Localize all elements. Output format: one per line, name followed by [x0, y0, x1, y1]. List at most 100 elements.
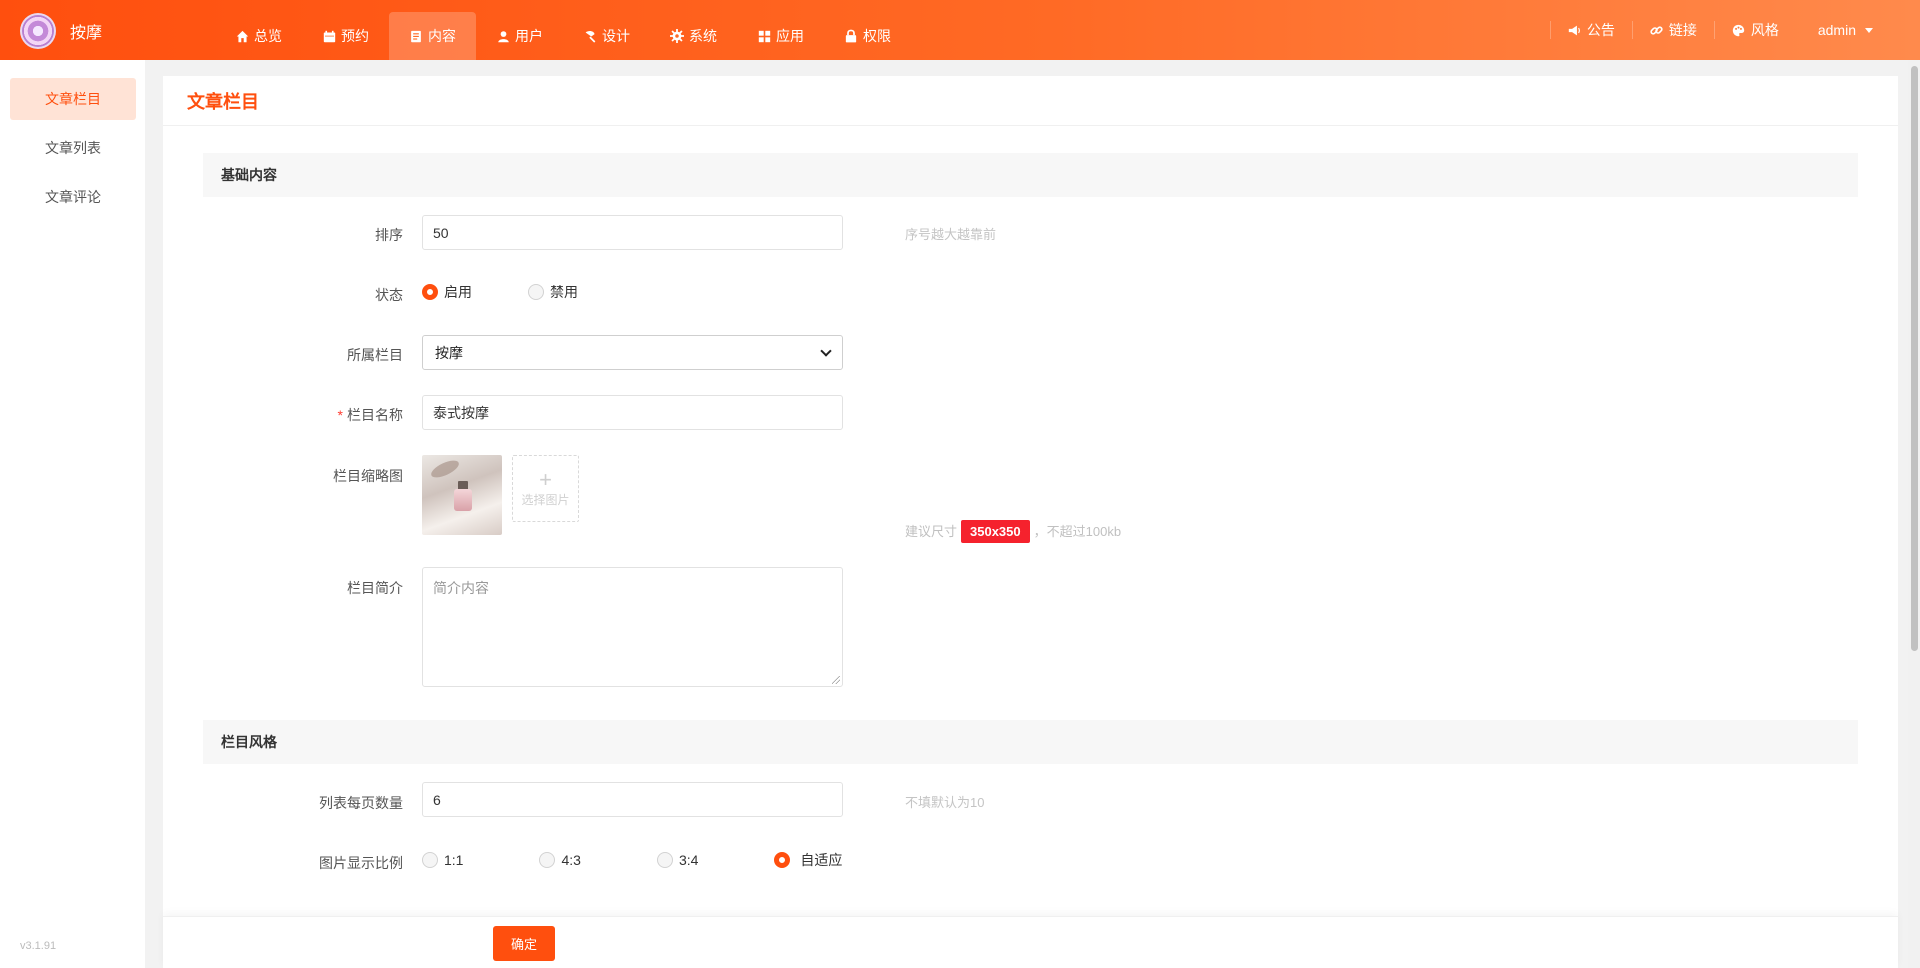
nav-label: 系统: [689, 28, 717, 44]
intro-placeholder: 简介内容: [433, 580, 489, 596]
ratio-3-4-radio[interactable]: 3:4: [656, 852, 698, 868]
per-page-hint: 不填默认为10: [905, 795, 985, 810]
ratio-1-1-radio[interactable]: 1:1: [422, 852, 463, 868]
name-input[interactable]: 泰式按摩: [422, 395, 843, 430]
sidebar-item-article-categories[interactable]: 文章栏目: [10, 78, 136, 120]
select-image-button[interactable]: + 选择图片: [512, 455, 579, 522]
sort-label: 排序: [375, 227, 403, 243]
nav-label: 权限: [863, 28, 891, 44]
section-style: 栏目风格: [203, 720, 1858, 764]
style-label: 风格: [1750, 22, 1779, 38]
radio-checked-icon: [774, 852, 791, 868]
ratio-4-3-radio[interactable]: 4:3: [539, 852, 581, 868]
nav-item-content[interactable]: 内容: [389, 12, 476, 60]
scrollbar-thumb[interactable]: [1911, 66, 1918, 651]
calendar-icon: [322, 29, 336, 43]
sidebar: 文章栏目 文章列表 文章评论 v3.1.91: [0, 60, 145, 968]
brand[interactable]: 按摩: [20, 13, 102, 49]
page-scrollbar[interactable]: [1908, 60, 1920, 968]
sort-value: 50: [433, 224, 449, 241]
nav-item-design[interactable]: 设计: [563, 12, 650, 60]
top-right-menu: 公告 链接 风格 admin: [1549, 0, 1890, 60]
ratio-auto-radio[interactable]: 自适应: [774, 850, 842, 870]
status-enabled-radio[interactable]: 启用: [422, 282, 472, 302]
paint-brush-icon: [583, 29, 597, 43]
per-page-value: 6: [433, 791, 441, 808]
user-icon: [496, 29, 510, 43]
nav-label: 应用: [776, 28, 804, 44]
notice-link[interactable]: 公告: [1549, 21, 1632, 39]
nav-item-permissions[interactable]: 权限: [824, 12, 911, 60]
nav-label: 设计: [602, 28, 630, 44]
required-mark: *: [337, 407, 343, 423]
link-menu[interactable]: 链接: [1631, 21, 1714, 39]
size-badge: 350x350: [961, 520, 1030, 543]
megaphone-icon: [1568, 23, 1582, 37]
status-label: 状态: [375, 287, 403, 303]
nav-item-booking[interactable]: 预约: [302, 12, 389, 60]
chevron-down-icon: [1865, 27, 1873, 33]
status-disabled-radio[interactable]: 禁用: [528, 282, 578, 302]
section-title: 栏目风格: [221, 734, 277, 750]
home-icon: [235, 29, 249, 43]
nav-label: 内容: [428, 28, 456, 44]
ratio-radio-group: 1:1 4:3 3:4 自适应: [422, 850, 842, 870]
per-page-label: 列表每页数量: [319, 795, 403, 811]
confirm-button[interactable]: 确定: [493, 926, 555, 961]
form-footer: 确定: [163, 916, 1898, 968]
name-label: * 栏目名称: [163, 405, 403, 425]
name-value: 泰式按摩: [433, 404, 489, 421]
intro-label: 栏目简介: [347, 580, 403, 596]
radio-label: 禁用: [550, 284, 578, 300]
thumb-hint-suffix: ，不超过100kb: [1033, 524, 1122, 539]
nav-item-users[interactable]: 用户: [476, 12, 563, 60]
app-logo: [20, 13, 56, 49]
nav-item-overview[interactable]: 总览: [215, 12, 302, 60]
app-title: 按摩: [70, 25, 103, 42]
thumb-hint: 建议尺寸 350x350 ，不超过100kb: [905, 520, 1121, 543]
per-page-input[interactable]: 6: [422, 782, 843, 817]
sidebar-item-article-comments[interactable]: 文章评论: [10, 176, 136, 218]
panel-header: 文章栏目: [163, 76, 1898, 126]
intro-textarea[interactable]: 简介内容: [422, 567, 843, 687]
top-bar: 按摩 总览 预约 内容 用户 设计 系统 应用 权限 公告 链接 风格 admi…: [0, 0, 1920, 60]
link-icon: [1650, 23, 1664, 37]
user-menu[interactable]: admin: [1796, 21, 1890, 39]
radio-checked-icon: [422, 284, 438, 300]
status-radio-group: 启用 禁用: [422, 282, 578, 302]
name-label-text: 栏目名称: [347, 407, 403, 423]
parent-select[interactable]: 按摩: [422, 335, 843, 370]
nav-item-system[interactable]: 系统: [650, 12, 737, 60]
parent-label: 所属栏目: [347, 347, 403, 363]
nav-label: 预约: [341, 28, 369, 44]
radio-unchecked-icon: [422, 852, 438, 868]
gear-icon: [670, 29, 684, 43]
nav-label: 用户: [515, 28, 543, 44]
main-panel: 文章栏目 基础内容 排序 50 序号越大越靠前 状态 启用 禁用 所属栏目 按摩…: [163, 76, 1898, 968]
sort-input[interactable]: 50: [422, 215, 843, 250]
plus-icon: +: [539, 467, 552, 492]
style-menu[interactable]: 风格: [1713, 21, 1796, 39]
nav-label: 总览: [254, 28, 282, 44]
section-basic: 基础内容: [203, 153, 1858, 197]
main-nav: 总览 预约 内容 用户 设计 系统 应用 权限: [215, 12, 911, 60]
lock-icon: [844, 29, 858, 43]
sidebar-item-label: 文章列表: [45, 140, 101, 156]
link-label: 链接: [1668, 22, 1697, 38]
resize-handle-icon[interactable]: [832, 676, 840, 684]
ratio-label: 图片显示比例: [319, 855, 403, 871]
nav-item-apps[interactable]: 应用: [737, 12, 824, 60]
thumb-hint-prefix: 建议尺寸: [905, 524, 958, 539]
sidebar-item-article-list[interactable]: 文章列表: [10, 127, 136, 169]
radio-unchecked-icon: [656, 852, 673, 868]
sort-hint: 序号越大越靠前: [905, 227, 997, 242]
thumb-label: 栏目缩略图: [333, 468, 403, 484]
username: admin: [1817, 22, 1856, 38]
page-title: 文章栏目: [187, 91, 259, 112]
parent-select-value: 按摩: [435, 344, 463, 361]
sidebar-item-label: 文章栏目: [45, 91, 101, 107]
radio-label: 4:3: [561, 852, 581, 868]
thumbnail-image[interactable]: [422, 455, 502, 535]
sidebar-item-label: 文章评论: [45, 189, 101, 205]
radio-unchecked-icon: [528, 284, 544, 300]
